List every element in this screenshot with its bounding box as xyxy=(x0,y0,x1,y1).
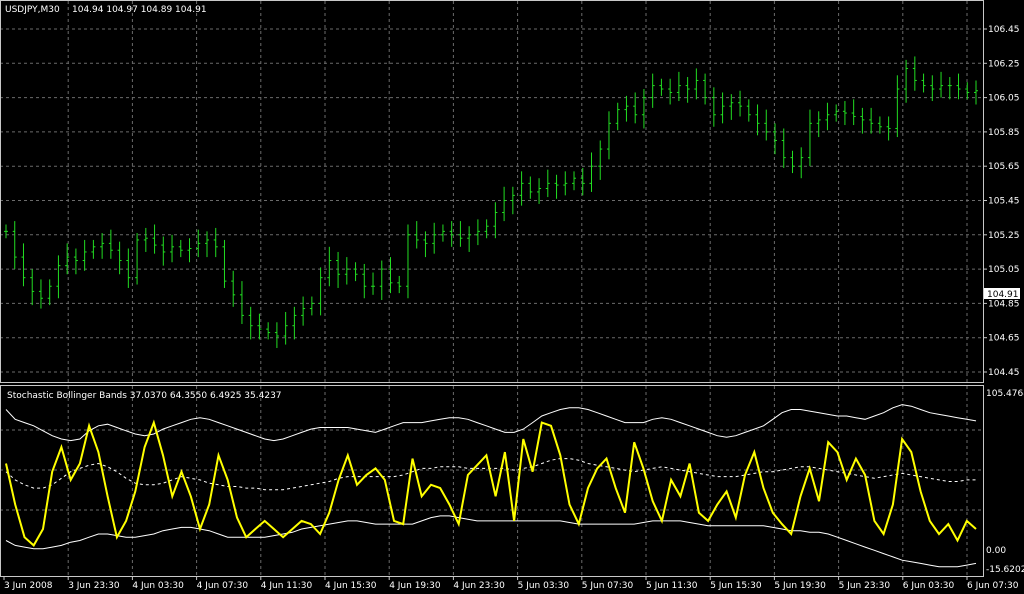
time-tick-label: 5 Jun 15:30 xyxy=(710,581,762,591)
price-tick-label: 104.65 xyxy=(988,334,1020,344)
chart-window[interactable]: USDJPY,M30 104.94 104.97 104.89 104.91 S… xyxy=(0,0,1024,594)
price-tick-label: 104.85 xyxy=(988,299,1020,309)
time-tick-label: 4 Jun 07:30 xyxy=(197,581,249,591)
time-tick-label: 5 Jun 07:30 xyxy=(582,581,634,591)
symbol-label: USDJPY,M30 xyxy=(5,5,60,15)
ohlc-label: 104.94 104.97 104.89 104.91 xyxy=(72,5,207,15)
time-tick-label: 4 Jun 15:30 xyxy=(325,581,377,591)
price-tick-label: 106.45 xyxy=(988,25,1020,35)
time-tick-label: 4 Jun 23:30 xyxy=(453,581,505,591)
indicator-bottom-label: -15.6202 xyxy=(986,565,1024,575)
indicator-top-label: 105.4768 xyxy=(986,389,1024,399)
price-tick-label: 106.25 xyxy=(988,59,1020,69)
time-tick-label: 5 Jun 23:30 xyxy=(839,581,891,591)
time-tick-label: 4 Jun 11:30 xyxy=(261,581,313,591)
time-tick-label: 4 Jun 19:30 xyxy=(389,581,441,591)
indicator-zero-label: 0.00 xyxy=(986,546,1006,556)
time-tick-label: 4 Jun 03:30 xyxy=(132,581,184,591)
price-tick-label: 106.05 xyxy=(988,94,1020,104)
price-tick-label: 104.45 xyxy=(988,368,1020,378)
time-tick-label: 3 Jun 23:30 xyxy=(68,581,120,591)
time-tick-label: 3 Jun 2008 xyxy=(4,581,53,591)
price-tick-label: 105.05 xyxy=(988,265,1020,275)
time-tick-label: 5 Jun 11:30 xyxy=(646,581,698,591)
price-tick-label: 105.45 xyxy=(988,197,1020,207)
price-tick-label: 105.85 xyxy=(988,128,1020,138)
indicator-label: Stochastic Bollinger Bands 37.0370 64.35… xyxy=(7,391,282,401)
bid-price-label: 104.91 xyxy=(987,290,1019,300)
time-tick-label: 6 Jun 07:30 xyxy=(967,581,1019,591)
time-tick-label: 6 Jun 03:30 xyxy=(903,581,955,591)
price-tick-label: 105.65 xyxy=(988,162,1020,172)
time-tick-label: 5 Jun 19:30 xyxy=(774,581,826,591)
price-tick-label: 105.25 xyxy=(988,231,1020,241)
time-tick-label: 5 Jun 03:30 xyxy=(518,581,570,591)
